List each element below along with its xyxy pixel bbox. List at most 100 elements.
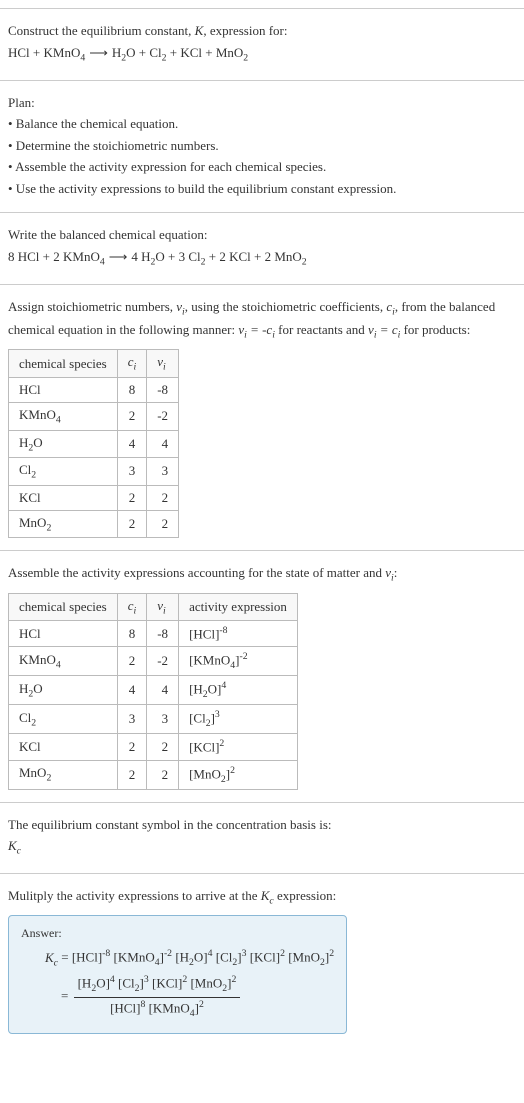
cell-nu: 4: [147, 676, 179, 705]
col-nu: νi: [147, 350, 179, 378]
prompt-section: Construct the equilibrium constant, K, e…: [0, 8, 524, 80]
plan-title: Plan:: [8, 93, 516, 113]
cell-expr: [MnO2]2: [179, 760, 298, 789]
unbalanced-equation: HCl + KMnO4⟶H2O + Cl2 + KCl + MnO2: [8, 43, 516, 66]
cell-expr: [H2O]4: [179, 676, 298, 705]
table-row: MnO222: [9, 510, 179, 538]
plan-item-1: • Balance the chemical equation.: [8, 114, 516, 134]
stoich-section: Assign stoichiometric numbers, νi, using…: [0, 284, 524, 550]
cell-nu: -2: [147, 647, 179, 676]
cell-c: 8: [117, 377, 147, 402]
table-row: Cl233[Cl2]3: [9, 705, 298, 734]
cell-c: 2: [117, 402, 147, 430]
table-row: H2O44[H2O]4: [9, 676, 298, 705]
col-species: chemical species: [9, 350, 118, 378]
cell-nu: 2: [147, 510, 179, 538]
cell-nu: -2: [147, 402, 179, 430]
plan-item-2: • Determine the stoichiometric numbers.: [8, 136, 516, 156]
cell-c: 2: [117, 647, 147, 676]
kc-symbol-line1: The equilibrium constant symbol in the c…: [8, 815, 516, 835]
table-row: HCl8-8: [9, 377, 179, 402]
cell-species: HCl: [9, 377, 118, 402]
cell-species: MnO2: [9, 760, 118, 789]
cell-species: KCl: [9, 734, 118, 760]
col-ci: ci: [117, 350, 147, 378]
table-row: Cl233: [9, 458, 179, 486]
cell-nu: -8: [147, 377, 179, 402]
cell-c: 8: [117, 621, 147, 647]
cell-species: KMnO4: [9, 647, 118, 676]
cell-nu: 3: [147, 458, 179, 486]
cell-expr: [Cl2]3: [179, 705, 298, 734]
stoich-intro: Assign stoichiometric numbers, νi, using…: [8, 297, 516, 343]
cell-c: 2: [117, 734, 147, 760]
c-i: ci: [386, 299, 395, 314]
stoich-t5: for products:: [400, 322, 470, 337]
col-ci: ci: [117, 593, 147, 621]
fraction: [H2O]4 [Cl2]3 [KCl]2 [MnO2]2 [HCl]8 [KMn…: [74, 973, 241, 1021]
kc-symbol-section: The equilibrium constant symbol in the c…: [0, 802, 524, 874]
cell-species: Cl2: [9, 458, 118, 486]
plan-section: Plan: • Balance the chemical equation. •…: [0, 80, 524, 213]
col-nu: νi: [147, 593, 179, 621]
table-row: HCl8-8[HCl]-8: [9, 621, 298, 647]
activity-intro: Assemble the activity expressions accoun…: [8, 563, 516, 586]
table-row: MnO222[MnO2]2: [9, 760, 298, 789]
table-row: KCl22: [9, 485, 179, 510]
cell-nu: 3: [147, 705, 179, 734]
table-row: KCl22[KCl]2: [9, 734, 298, 760]
cell-species: HCl: [9, 621, 118, 647]
cell-species: KMnO4: [9, 402, 118, 430]
final-section: Mulitply the activity expressions to arr…: [0, 873, 524, 1046]
cell-expr: [KMnO4]-2: [179, 647, 298, 676]
cell-nu: 2: [147, 485, 179, 510]
cell-species: H2O: [9, 430, 118, 458]
cell-species: MnO2: [9, 510, 118, 538]
activity-section: Assemble the activity expressions accoun…: [0, 550, 524, 801]
table-row: KMnO42-2: [9, 402, 179, 430]
rule1: νi = -ci: [238, 322, 275, 337]
cell-c: 2: [117, 485, 147, 510]
cell-c: 3: [117, 705, 147, 734]
cell-species: H2O: [9, 676, 118, 705]
cell-species: Cl2: [9, 705, 118, 734]
fraction-numerator: [H2O]4 [Cl2]3 [KCl]2 [MnO2]2: [74, 973, 241, 998]
stoich-t4: for reactants and: [275, 322, 368, 337]
table-row: KMnO42-2[KMnO4]-2: [9, 647, 298, 676]
kc-symbol-line2: Kc: [8, 836, 516, 859]
cell-nu: -8: [147, 621, 179, 647]
table-header-row: chemical species ci νi activity expressi…: [9, 593, 298, 621]
cell-expr: [HCl]-8: [179, 621, 298, 647]
cell-nu: 4: [147, 430, 179, 458]
cell-nu: 2: [147, 760, 179, 789]
kc-expression-line1: Kc = [HCl]-8 [KMnO4]-2 [H2O]4 [Cl2]3 [KC…: [45, 947, 334, 971]
cell-c: 4: [117, 676, 147, 705]
cell-c: 3: [117, 458, 147, 486]
plan-item-3: • Assemble the activity expression for e…: [8, 157, 516, 177]
cell-expr: [KCl]2: [179, 734, 298, 760]
cell-c: 2: [117, 510, 147, 538]
fraction-denominator: [HCl]8 [KMnO4]2: [74, 998, 241, 1022]
cell-c: 4: [117, 430, 147, 458]
kc-expression-line2: = [H2O]4 [Cl2]3 [KCl]2 [MnO2]2 [HCl]8 [K…: [61, 973, 334, 1021]
stoich-t2: , using the stoichiometric coefficients,: [185, 299, 387, 314]
stoich-table: chemical species ci νi HCl8-8 KMnO42-2 H…: [8, 349, 179, 538]
table-row: H2O44: [9, 430, 179, 458]
activity-table: chemical species ci νi activity expressi…: [8, 593, 298, 790]
col-species: chemical species: [9, 593, 118, 621]
prompt-line-1: Construct the equilibrium constant, K, e…: [8, 21, 516, 41]
cell-species: KCl: [9, 485, 118, 510]
stoich-t1: Assign stoichiometric numbers,: [8, 299, 176, 314]
final-intro: Mulitply the activity expressions to arr…: [8, 886, 516, 909]
answer-label: Answer:: [21, 926, 334, 941]
cell-c: 2: [117, 760, 147, 789]
table-header-row: chemical species ci νi: [9, 350, 179, 378]
balanced-section: Write the balanced chemical equation: 8 …: [0, 212, 524, 284]
balanced-title: Write the balanced chemical equation:: [8, 225, 516, 245]
col-expr: activity expression: [179, 593, 298, 621]
nu-i: νi: [176, 299, 185, 314]
plan-item-4: • Use the activity expressions to build …: [8, 179, 516, 199]
prompt-text-1: Construct the equilibrium constant,: [8, 23, 195, 38]
answer-box: Answer: Kc = [HCl]-8 [KMnO4]-2 [H2O]4 [C…: [8, 915, 347, 1034]
balanced-equation: 8 HCl + 2 KMnO4⟶4 H2O + 3 Cl2 + 2 KCl + …: [8, 247, 516, 270]
